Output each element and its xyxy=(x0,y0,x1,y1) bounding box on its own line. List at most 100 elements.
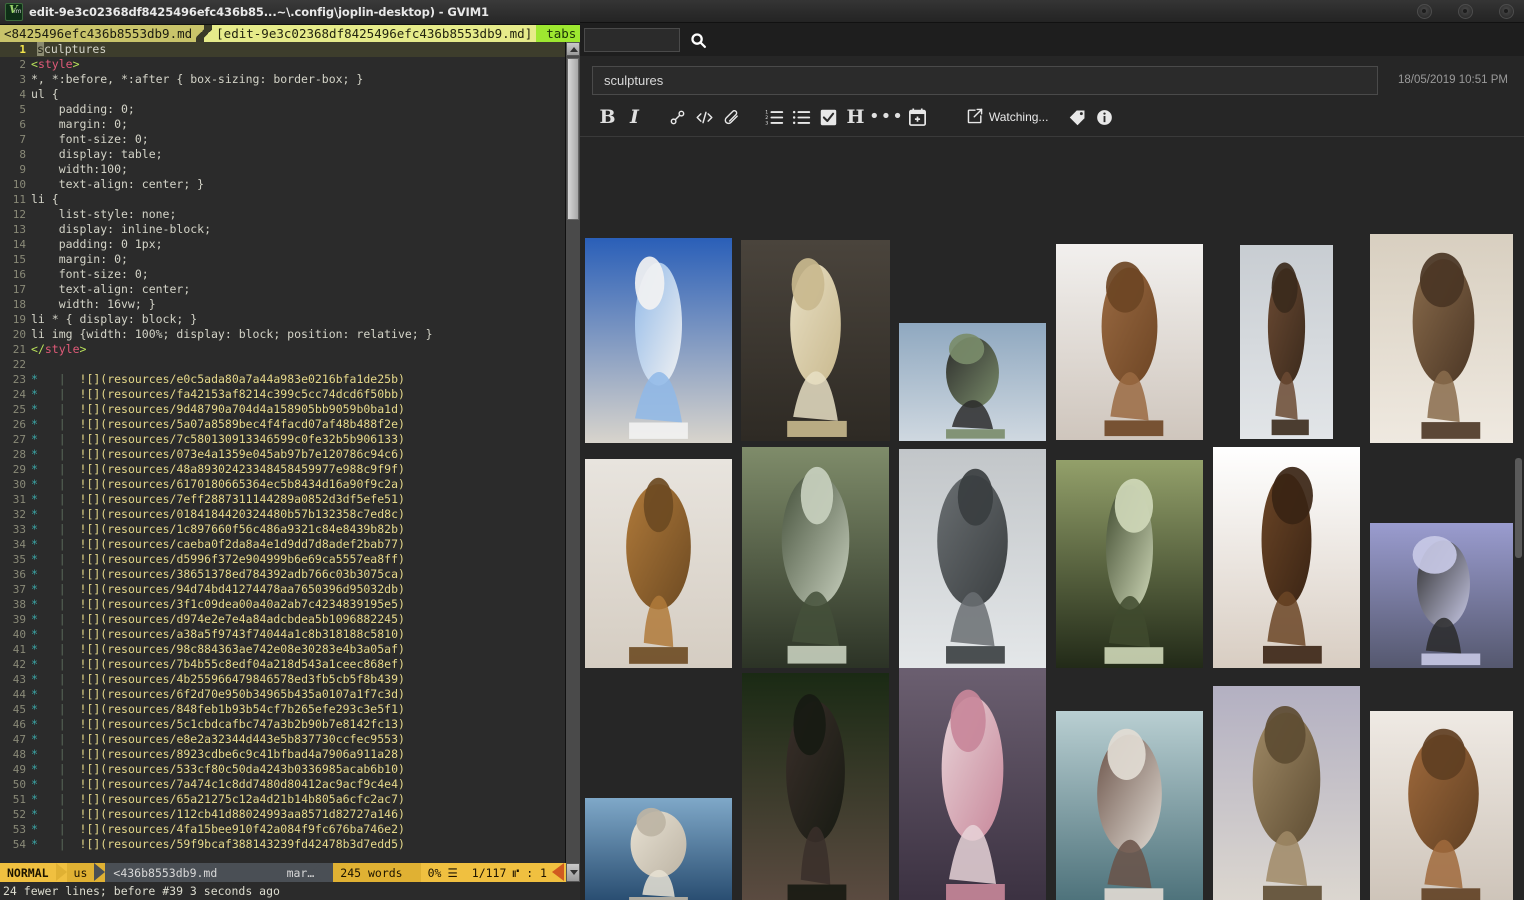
vim-scroll-up-button[interactable] xyxy=(566,42,580,56)
vim-scroll-thumb[interactable] xyxy=(567,58,579,220)
gallery-item[interactable] xyxy=(737,228,894,441)
vim-line-text: * | ![](resources/9d48790a704d4a158905bb… xyxy=(31,402,405,416)
gallery-item[interactable] xyxy=(580,443,737,668)
note-viewer-scrollbar[interactable] xyxy=(1513,228,1524,900)
vim-code-line: 46 * | ![](resources/5c1cbdcafbc747a3b2b9… xyxy=(0,717,580,732)
vim-code-line: 28 * | ![](resources/073e4a1359e045ab97b7… xyxy=(0,447,580,462)
vim-line-text: * | ![](resources/94d74bd41274478aa76503… xyxy=(31,582,405,596)
lines-icon: ☰ xyxy=(447,865,458,880)
vim-line-number: 49 xyxy=(12,763,26,776)
bold-button[interactable]: B xyxy=(594,102,621,132)
vim-line-text: *, *:before, *:after { box-sizing: borde… xyxy=(31,72,364,86)
sculpture-art-deco-dancer[interactable] xyxy=(899,668,1046,900)
checkbox-icon[interactable] xyxy=(815,102,842,132)
note-image-gallery[interactable] xyxy=(580,228,1524,900)
note-title-input[interactable]: sculptures xyxy=(592,65,1378,95)
note-viewer-scroll-thumb[interactable] xyxy=(1515,458,1522,558)
gallery-item[interactable] xyxy=(737,443,894,668)
vim-line-number: 46 xyxy=(12,718,26,731)
vim-code-line: 30 * | ![](resources/6170180665364ec5b843… xyxy=(0,477,580,492)
gvim-app-icon xyxy=(5,3,23,21)
vim-code-line: 16 font-size: 0; xyxy=(0,267,580,282)
sculpture-dark-crouching-figure[interactable] xyxy=(742,673,889,900)
vim-statusline-scroll-button[interactable] xyxy=(566,863,580,882)
vim-line-text: * | ![](resources/38651378ed784392adb766… xyxy=(31,567,405,581)
gallery-item[interactable] xyxy=(1208,668,1365,900)
vim-code-line: 15 margin: 0; xyxy=(0,252,580,267)
sculpture-warrior-with-axe[interactable] xyxy=(1370,234,1517,443)
vim-line-number: 39 xyxy=(12,613,26,626)
vim-tabline: <8425496efc436b8553db9.md [edit-9e3c0236… xyxy=(0,25,580,42)
sculpture-marble-embrace[interactable] xyxy=(741,240,890,441)
gallery-item[interactable] xyxy=(1365,668,1522,900)
close-button[interactable] xyxy=(1499,3,1514,19)
gallery-item[interactable] xyxy=(737,668,894,900)
gallery-item[interactable] xyxy=(1051,668,1208,900)
sculpture-bronze-climbing-figures[interactable] xyxy=(1240,245,1333,439)
vim-line-number: 20 xyxy=(12,328,26,341)
gallery-item[interactable] xyxy=(1051,443,1208,668)
sculpture-stone-owl-figure[interactable] xyxy=(742,447,889,668)
sculpture-stone-abstract-swirl[interactable] xyxy=(1213,686,1360,900)
maximize-button[interactable] xyxy=(1458,3,1473,19)
sculpture-bronze-seated-cloak[interactable] xyxy=(1213,447,1360,668)
sculpture-white-knot-sphere[interactable] xyxy=(585,798,732,900)
link-icon[interactable] xyxy=(664,102,691,132)
vim-tabs-label: tabs xyxy=(536,25,580,42)
vim-tab-inactive[interactable]: <8425496efc436b8553db9.md xyxy=(0,25,197,42)
minimize-button[interactable] xyxy=(1417,3,1432,19)
search-input[interactable] xyxy=(584,28,680,52)
vim-code-line: 12 list-style: none; xyxy=(0,207,580,222)
gallery-item[interactable] xyxy=(894,228,1051,441)
sculpture-black-swan-wire[interactable] xyxy=(899,323,1046,441)
joplin-titlebar[interactable] xyxy=(580,0,1524,23)
numbered-list-icon[interactable]: 1 2 3 xyxy=(761,102,788,132)
gallery-item[interactable] xyxy=(894,668,1051,900)
paperclip-icon[interactable] xyxy=(718,102,745,132)
tag-icon[interactable] xyxy=(1064,102,1091,132)
vim-buffer[interactable]: 1 sculptures 2 <style> 3 *, *:before, *:after… xyxy=(0,42,580,880)
info-icon[interactable] xyxy=(1091,102,1118,132)
gallery-item[interactable] xyxy=(1208,228,1365,439)
vim-message-line: 24 fewer lines; before #39 3 seconds ago xyxy=(0,882,580,900)
gallery-item[interactable] xyxy=(580,668,737,900)
italic-button[interactable]: I xyxy=(621,102,648,132)
vim-code-line: 35 * | ![](resources/d5996f372e904999b6e6… xyxy=(0,552,580,567)
vim-code-line: 26 * | ![](resources/5a07a8589bec4f4facd0… xyxy=(0,417,580,432)
sculpture-wooden-curve-strings[interactable] xyxy=(585,459,732,668)
dots-icon[interactable]: ••• xyxy=(869,102,904,132)
gallery-item[interactable] xyxy=(1365,443,1522,668)
vim-scrollbar[interactable] xyxy=(565,42,580,880)
vim-line-number: 44 xyxy=(12,688,26,701)
vim-code-area[interactable]: 1 sculptures 2 <style> 3 *, *:before, *:after… xyxy=(0,42,580,852)
vim-tab-active[interactable]: [edit-9e3c02368df8425496efc436b8553db9.m… xyxy=(212,25,537,42)
sculpture-bronze-lioness-head[interactable] xyxy=(1370,711,1517,900)
search-icon[interactable] xyxy=(685,27,711,53)
gallery-item[interactable] xyxy=(1365,228,1522,443)
gallery-item[interactable] xyxy=(894,443,1051,668)
gallery-row xyxy=(580,228,1524,443)
calendar-icon[interactable] xyxy=(904,102,931,132)
code-icon[interactable] xyxy=(691,102,718,132)
bulleted-list-icon[interactable] xyxy=(788,102,815,132)
sculpture-bronze-alien-garden[interactable] xyxy=(1056,460,1203,668)
vim-filetype: mar… xyxy=(286,865,315,880)
sculpture-stacked-ceramic-column[interactable] xyxy=(1056,711,1203,900)
vim-line-text: * | ![](resources/7eff2887311144289a0852… xyxy=(31,492,405,506)
vim-code-line: 32 * | ![](resources/0184184420324480b57b… xyxy=(0,507,580,522)
vim-line-number: 33 xyxy=(12,523,26,536)
heading-button[interactable]: H xyxy=(842,102,869,132)
gvim-titlebar[interactable]: edit-9e3c02368df8425496efc436b85...~\.co… xyxy=(0,0,580,25)
sculpture-twisted-white-towers[interactable] xyxy=(585,238,732,443)
sculpture-relief-warrior-dragon[interactable] xyxy=(899,449,1046,668)
vim-line-text: <style> xyxy=(31,57,80,71)
external-edit-button[interactable]: Watching... xyxy=(961,108,1055,127)
gallery-item[interactable] xyxy=(1051,228,1208,440)
gallery-item[interactable] xyxy=(580,228,737,443)
joplin-note-area: sculptures 18/05/2019 10:51 PM B I 1 2 3… xyxy=(580,56,1524,900)
gallery-item[interactable] xyxy=(1208,443,1365,668)
sculpture-chrome-cobra[interactable] xyxy=(1370,523,1517,668)
sculpture-bronze-seated-lioness[interactable] xyxy=(1056,244,1203,440)
vim-code-line: 38 * | ![](resources/3f1c09dea00a40a2ab7c… xyxy=(0,597,580,612)
vim-line-number: 21 xyxy=(12,343,26,356)
